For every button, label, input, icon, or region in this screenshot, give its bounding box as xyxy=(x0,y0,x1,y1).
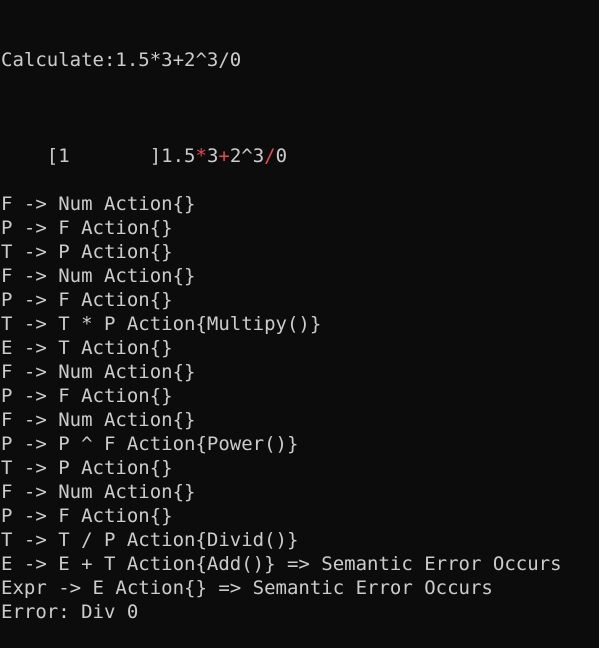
output-line: P -> F Action{} xyxy=(1,385,173,407)
output-line: F -> Num Action{} xyxy=(1,265,196,287)
output-line: F -> Num Action{} xyxy=(1,409,196,431)
output-line: Error: Div 0 xyxy=(1,601,139,623)
output-line: E -> E + T Action{Add()} => Semantic Err… xyxy=(1,553,562,575)
output-line: P -> F Action{} xyxy=(1,289,173,311)
highlight-segment: 3 xyxy=(206,145,219,167)
highlight-segment: + xyxy=(218,145,230,167)
output-line: F -> Num Action{} xyxy=(1,193,196,215)
output-line: T -> T * P Action{Multipy()} xyxy=(1,313,322,335)
output-line: P -> P ^ F Action{Power()} xyxy=(1,433,299,455)
output-line: Expr -> E Action{} => Semantic Error Occ… xyxy=(1,577,493,599)
highlight-prefix: [1 ]1.5 xyxy=(46,145,196,167)
highlighted-expression-line: [1 ]1.5*3+2^3/0 xyxy=(1,120,599,167)
highlight-segment: / xyxy=(264,145,276,167)
output-line: E -> T Action{} xyxy=(1,337,173,359)
console-window[interactable]: Calculate:1.5*3+2^3/0 [1 ]1.5*3+2^3/0 F … xyxy=(0,0,599,623)
output-lines: F -> Num Action{} P -> F Action{} T -> P A… xyxy=(1,192,599,624)
output-line: P -> F Action{} xyxy=(1,505,173,527)
highlight-segment: 2^3 xyxy=(229,145,265,167)
highlight-segments: *3+2^3/0 xyxy=(195,145,287,167)
output-line: P -> F Action{} xyxy=(1,217,173,239)
output-line: T -> T / P Action{Divid()} xyxy=(1,529,299,551)
calculate-line: Calculate:1.5*3+2^3/0 xyxy=(1,49,242,71)
highlight-segment: 0 xyxy=(275,145,288,167)
output-line: T -> P Action{} xyxy=(1,457,173,479)
output-line: F -> Num Action{} xyxy=(1,361,196,383)
output-line: T -> P Action{} xyxy=(1,241,173,263)
highlight-segment: * xyxy=(195,145,207,167)
